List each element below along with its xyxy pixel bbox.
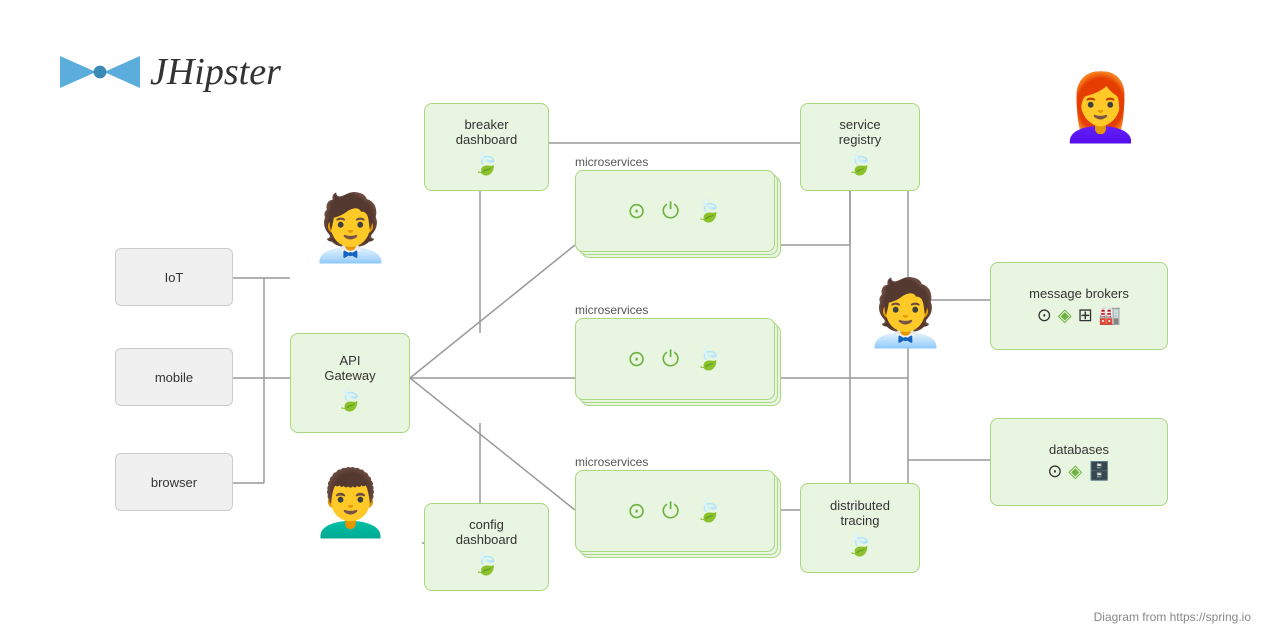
ms-label-top: microservices xyxy=(575,155,648,169)
logo-area: JHipster xyxy=(60,50,281,94)
api-gateway-label: API Gateway xyxy=(324,353,375,383)
mobile-box: mobile xyxy=(115,348,233,406)
activemq-icon: ⊞ xyxy=(1078,305,1093,326)
avatar-woman-tablet: 🧑‍💼 xyxy=(310,195,380,295)
app-title: JHipster xyxy=(150,50,281,94)
spring-leaf-2-icon: 🍃 xyxy=(473,151,500,177)
avatar-man-mic: 🧑‍💼 xyxy=(865,280,940,390)
service-registry-label: service registry xyxy=(839,117,882,147)
ms-label-bottom: microservices xyxy=(575,455,648,469)
service-registry-box: service registry 🍃 xyxy=(800,103,920,191)
ms-spring-icon-m1: ⊙ xyxy=(627,346,645,372)
spring-leaf-icon: 🍃 xyxy=(336,387,363,413)
iot-box: IoT xyxy=(115,248,233,306)
factory-icon: 🏭 xyxy=(1099,305,1121,326)
ms-spring-icon-t1: ⊙ xyxy=(627,198,645,224)
breaker-dashboard-box: breaker dashboard 🍃 xyxy=(424,103,549,191)
database-icons: ⊙ ◈ 🗄️ xyxy=(1047,461,1110,482)
diagram-container: JHipster IoT mobile browser API Gateway … xyxy=(0,0,1281,640)
databases-box: databases ⊙ ◈ 🗄️ xyxy=(990,418,1168,506)
ms-power-icon-m1: ⏻ xyxy=(662,346,679,372)
avatar-man-casual: 👨‍🦱 xyxy=(310,470,380,570)
ms-power-icon-b1: ⏻ xyxy=(662,498,679,524)
ms-leaf-icon-t1: 🍃 xyxy=(695,198,722,224)
bowtie-icon xyxy=(60,52,140,92)
ms-leaf-icon-b1: 🍃 xyxy=(695,498,722,524)
footer-text: Diagram from https://spring.io xyxy=(1094,610,1251,624)
breaker-dashboard-label: breaker dashboard xyxy=(456,117,517,147)
distributed-tracing-label: distributed tracing xyxy=(830,498,890,528)
spring-leaf-3-icon: 🍃 xyxy=(846,151,873,177)
config-dashboard-label: config dashboard xyxy=(456,517,517,547)
kafka-icon: ◈ xyxy=(1058,305,1072,326)
browser-box: browser xyxy=(115,453,233,511)
api-gateway-box: API Gateway 🍃 xyxy=(290,333,410,433)
rabbit-icon: ⊙ xyxy=(1037,305,1052,326)
config-dashboard-box: config dashboard 🍃 xyxy=(424,503,549,591)
ms-spring-icon-b1: ⊙ xyxy=(627,498,645,524)
message-brokers-label: message brokers xyxy=(1029,286,1129,301)
ms-leaf-icon-m1: 🍃 xyxy=(695,346,722,372)
nosql-icon: ◈ xyxy=(1068,461,1082,482)
sql-icon: ⊙ xyxy=(1047,461,1062,482)
distributed-tracing-box: distributed tracing 🍃 xyxy=(800,483,920,573)
db-icon: 🗄️ xyxy=(1088,461,1110,482)
message-brokers-box: message brokers ⊙ ◈ ⊞ 🏭 xyxy=(990,262,1168,350)
ms-label-middle: microservices xyxy=(575,303,648,317)
broker-icons: ⊙ ◈ ⊞ 🏭 xyxy=(1037,305,1121,326)
databases-label: databases xyxy=(1049,442,1109,457)
avatar-woman-right: 👩‍🦰 xyxy=(1060,75,1135,185)
spring-leaf-4-icon: 🍃 xyxy=(473,551,500,577)
ms-power-icon-t1: ⏻ xyxy=(662,198,679,224)
spring-leaf-5-icon: 🍃 xyxy=(846,532,873,558)
